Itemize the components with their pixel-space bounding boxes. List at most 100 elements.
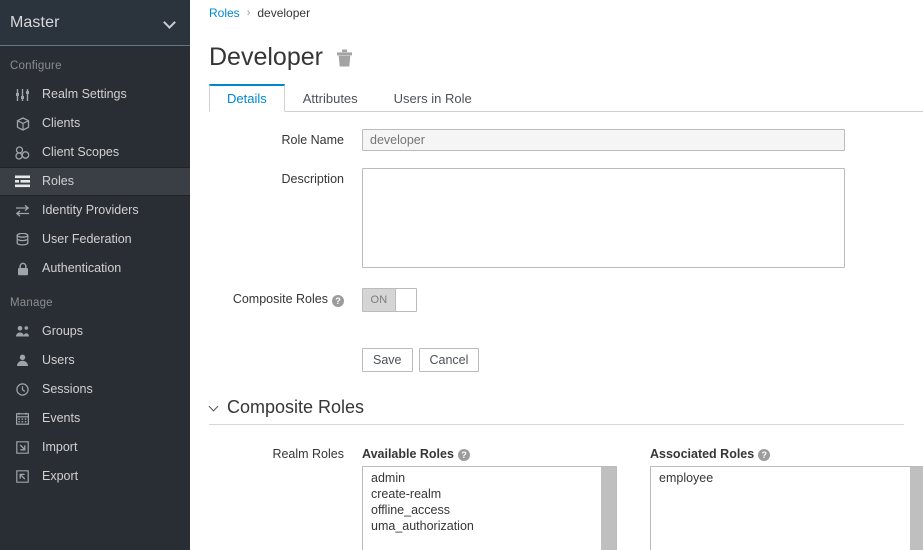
- sidebar-item-sessions[interactable]: Sessions: [0, 375, 190, 404]
- cancel-button[interactable]: Cancel: [418, 348, 480, 372]
- tabs: Details Attributes Users in Role: [209, 84, 923, 112]
- users-group-icon: [14, 324, 31, 339]
- composite-roles-label: Composite Roles?: [209, 288, 362, 312]
- associated-roles-column: Associated Roles? employee « Remove sele…: [650, 447, 923, 550]
- list-item[interactable]: employee: [651, 470, 923, 486]
- sidebar-item-user-federation[interactable]: User Federation: [0, 225, 190, 254]
- sidebar-item-label: Groups: [42, 324, 83, 339]
- sidebar-item-events[interactable]: Events: [0, 404, 190, 433]
- list-item[interactable]: admin: [363, 470, 616, 486]
- description-label: Description: [281, 172, 344, 186]
- question-circle-icon[interactable]: ?: [457, 449, 470, 461]
- list-item[interactable]: create-realm: [363, 486, 616, 502]
- available-roles-title: Available Roles?: [362, 447, 617, 461]
- user-icon: [14, 353, 31, 368]
- list-item[interactable]: offline_access: [363, 502, 616, 518]
- toggle-knob: [395, 289, 416, 311]
- available-roles-list: admin create-realm offline_access uma_au…: [363, 467, 616, 534]
- sidebar-item-identity-providers[interactable]: Identity Providers: [0, 196, 190, 225]
- page-title: Developer: [209, 42, 323, 71]
- tab-attributes[interactable]: Attributes: [285, 84, 376, 112]
- page-header: Developer: [209, 40, 923, 74]
- realm-roles-row: Realm Roles Available Roles? admin creat…: [209, 447, 923, 550]
- database-icon: [14, 232, 31, 247]
- composite-roles-section: Composite Roles Realm Roles Available Ro…: [209, 398, 923, 550]
- nav-section-title-configure: Configure: [10, 60, 62, 72]
- breadcrumb: Roles › developer: [209, 0, 923, 22]
- description-textarea[interactable]: [362, 168, 845, 268]
- available-roles-title-text: Available Roles: [362, 447, 454, 461]
- associated-roles-title: Associated Roles?: [650, 447, 923, 461]
- sidebar-item-label: Users: [42, 353, 75, 368]
- realm-roles-label: Realm Roles: [272, 447, 344, 461]
- sidebar-item-label: Import: [42, 440, 78, 455]
- associated-roles-listbox[interactable]: employee: [650, 466, 923, 550]
- toggle-state-label: ON: [363, 289, 395, 311]
- sidebar-item-label: Export: [42, 469, 79, 484]
- realm-name: Master: [10, 13, 60, 31]
- sidebar-item-label: Authentication: [42, 261, 122, 276]
- realm-selector[interactable]: Master: [0, 0, 190, 46]
- sidebar-item-client-scopes[interactable]: Client Scopes: [0, 138, 190, 167]
- available-roles-column: Available Roles? admin create-realm offl…: [362, 447, 617, 550]
- lock-icon: [14, 261, 31, 276]
- sidebar-item-label: Events: [42, 411, 81, 426]
- calendar-icon: [14, 411, 31, 426]
- blocks-icon: [14, 145, 31, 160]
- question-circle-icon[interactable]: ?: [758, 449, 771, 461]
- import-arrow-icon: [14, 440, 31, 455]
- form-row-role-name: Role Name: [209, 129, 923, 151]
- sidebar-item-label: User Federation: [42, 232, 132, 247]
- sidebar-item-users[interactable]: Users: [0, 346, 190, 375]
- cube-icon: [14, 116, 31, 131]
- sidebar: Master Configure Realm Settings Clients …: [0, 0, 190, 550]
- role-name-label: Role Name: [281, 133, 344, 147]
- actions-spacer: [209, 329, 362, 372]
- nav-section-title-manage: Manage: [10, 297, 53, 309]
- sidebar-item-clients[interactable]: Clients: [0, 109, 190, 138]
- form-row-description: Description: [209, 168, 923, 271]
- sidebar-item-export[interactable]: Export: [0, 462, 190, 491]
- exchange-arrows-icon: [14, 203, 31, 218]
- sidebar-item-label: Roles: [42, 174, 74, 189]
- composite-roles-toggle[interactable]: ON: [362, 288, 417, 312]
- tab-users-in-role[interactable]: Users in Role: [376, 84, 490, 112]
- associated-roles-list: employee: [651, 467, 923, 486]
- sidebar-item-label: Clients: [42, 116, 81, 131]
- breadcrumb-link-roles[interactable]: Roles: [209, 6, 240, 20]
- associated-roles-title-text: Associated Roles: [650, 447, 755, 461]
- sidebar-item-realm-settings[interactable]: Realm Settings: [0, 80, 190, 109]
- composite-roles-label-text: Composite Roles: [232, 292, 328, 306]
- sidebar-item-label: Realm Settings: [42, 87, 127, 102]
- sidebar-item-label: Client Scopes: [42, 145, 120, 160]
- sidebar-item-import[interactable]: Import: [0, 433, 190, 462]
- chevron-down-icon: [164, 17, 176, 29]
- sidebar-item-authentication[interactable]: Authentication: [0, 254, 190, 283]
- main-content: Roles › developer Developer Details Attr…: [190, 0, 923, 550]
- roles-list-icon: [14, 174, 31, 189]
- form-row-composite-roles: Composite Roles? ON: [209, 288, 923, 312]
- composite-roles-section-title: Composite Roles: [227, 397, 365, 417]
- sidebar-item-roles[interactable]: Roles: [0, 167, 190, 196]
- role-name-input[interactable]: [362, 129, 845, 151]
- save-button[interactable]: Save: [362, 348, 413, 372]
- associated-roles-scrollbar[interactable]: [910, 467, 923, 550]
- clock-icon: [14, 382, 31, 397]
- available-roles-scrollbar[interactable]: [601, 467, 616, 550]
- sliders-icon: [14, 87, 31, 102]
- trash-icon[interactable]: [336, 49, 354, 69]
- keycloak-admin-console: Master Configure Realm Settings Clients …: [0, 0, 923, 550]
- sidebar-item-label: Identity Providers: [42, 203, 139, 218]
- question-circle-icon[interactable]: ?: [332, 295, 344, 307]
- breadcrumb-separator: ›: [246, 7, 251, 19]
- export-arrow-icon: [14, 469, 31, 484]
- list-item[interactable]: uma_authorization: [363, 518, 616, 534]
- sidebar-item-groups[interactable]: Groups: [0, 317, 190, 346]
- sidebar-item-label: Sessions: [42, 382, 93, 397]
- available-roles-listbox[interactable]: admin create-realm offline_access uma_au…: [362, 466, 617, 550]
- form-row-actions: Save Cancel: [209, 329, 923, 372]
- chevron-down-icon: [209, 401, 222, 414]
- composite-roles-section-header[interactable]: Composite Roles: [209, 398, 904, 425]
- breadcrumb-current: developer: [257, 6, 311, 20]
- tab-details[interactable]: Details: [209, 84, 285, 112]
